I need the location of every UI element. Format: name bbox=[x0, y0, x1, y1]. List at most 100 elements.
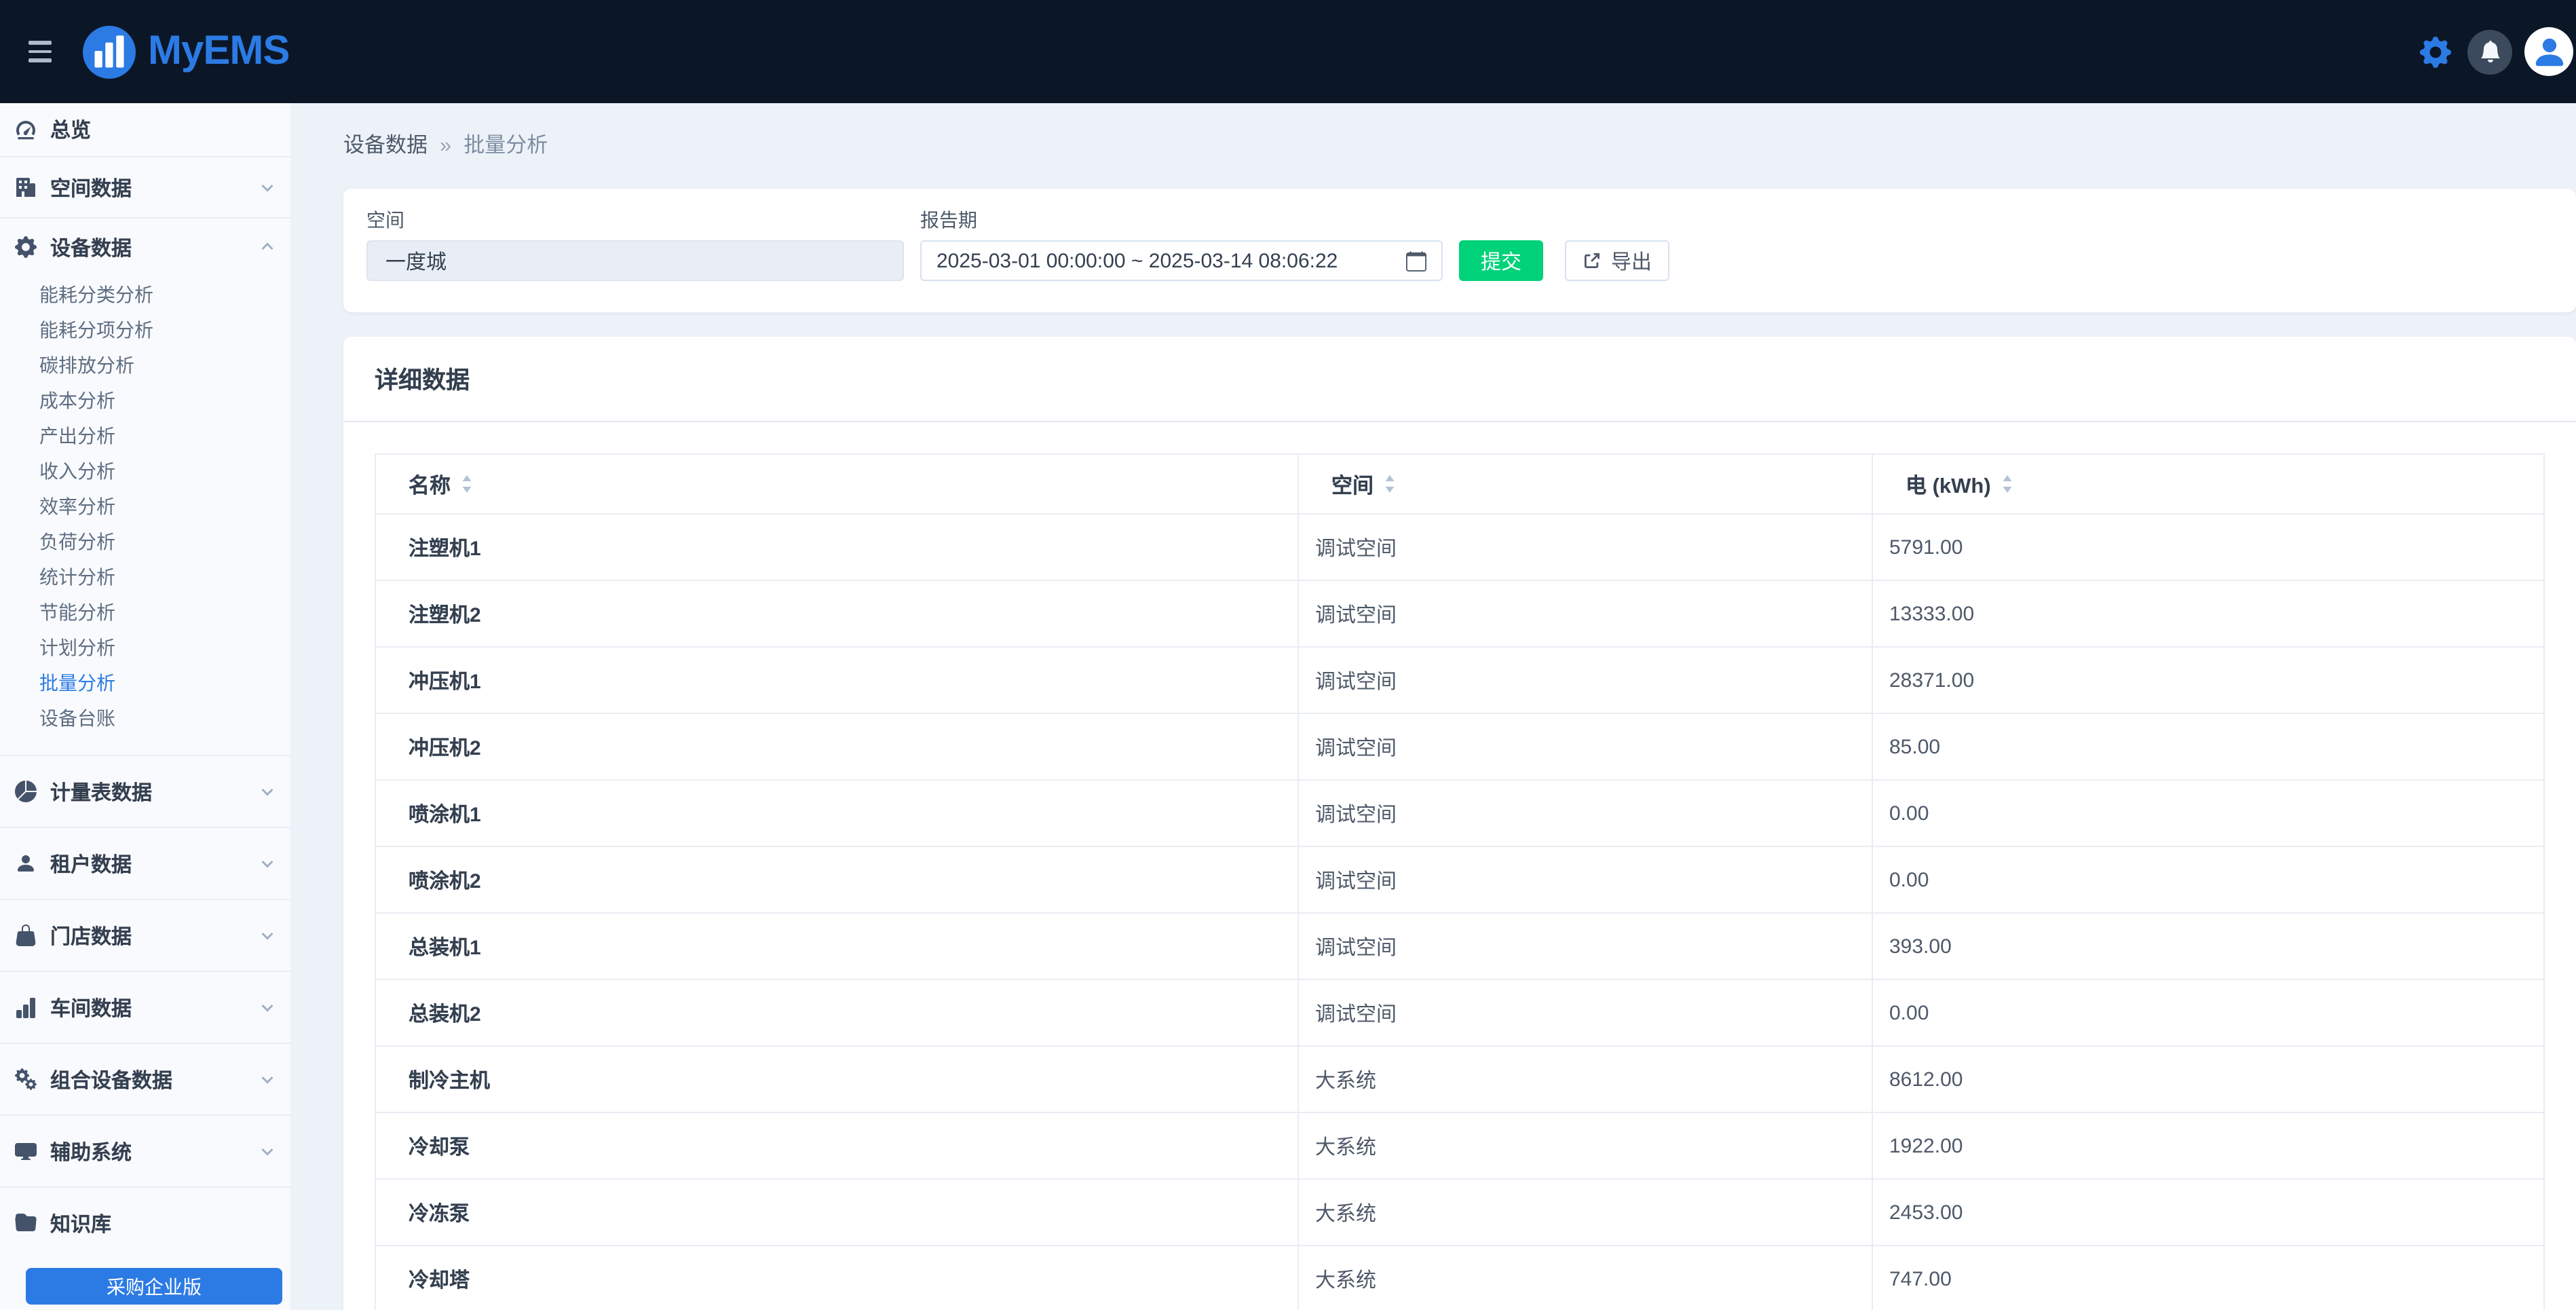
submenu-item-income[interactable]: 收入分析 bbox=[39, 453, 290, 489]
sidebar-item-auxiliary-system[interactable]: 辅助系统 bbox=[0, 1116, 290, 1186]
sidebar-item-space-data[interactable]: 空间数据 bbox=[0, 157, 290, 217]
sidebar-item-combined-equipment[interactable]: 组合设备数据 bbox=[0, 1044, 290, 1115]
cell-name: 总装机2 bbox=[375, 979, 1299, 1047]
cell-space: 调试空间 bbox=[1298, 779, 1873, 847]
table-row: 注塑机2 调试空间 13333.00 bbox=[375, 580, 2545, 648]
equipment-submenu: 能耗分类分析 能耗分项分析 碳排放分析 成本分析 产出分析 收入分析 效率分析 … bbox=[0, 276, 290, 755]
buy-enterprise-button[interactable]: 采购企业版 bbox=[26, 1268, 282, 1305]
sidebar-item-label: 知识库 bbox=[50, 1213, 112, 1236]
submenu-item-statistics[interactable]: 统计分析 bbox=[39, 559, 290, 595]
sort-carets-icon bbox=[1384, 475, 1395, 493]
cell-name: 冲压机2 bbox=[375, 713, 1299, 781]
sidebar-item-meter-data[interactable]: 计量表数据 bbox=[0, 756, 290, 827]
cell-value: 13333.00 bbox=[1872, 580, 2545, 648]
sidebar-group-shopfloor-data: 车间数据 bbox=[0, 971, 290, 1043]
period-range-input[interactable]: 2025-03-01 00:00:00 ~ 2025-03-14 08:06:2… bbox=[920, 240, 1443, 281]
cell-name: 冷冻泵 bbox=[375, 1178, 1299, 1246]
sidebar-item-label: 空间数据 bbox=[50, 177, 132, 200]
chevron-up-icon bbox=[259, 239, 276, 255]
cell-space: 大系统 bbox=[1298, 1112, 1873, 1180]
column-header-name[interactable]: 名称 bbox=[375, 453, 1299, 514]
table-row: 制冷主机 大系统 8612.00 bbox=[375, 1045, 2545, 1113]
cell-name: 喷涂机2 bbox=[375, 846, 1299, 914]
external-link-icon bbox=[1583, 251, 1602, 270]
submenu-item-load[interactable]: 负荷分析 bbox=[39, 524, 290, 559]
cell-space: 大系统 bbox=[1298, 1178, 1873, 1246]
chevron-down-icon bbox=[259, 179, 276, 195]
cell-value: 393.00 bbox=[1872, 912, 2545, 980]
table-row: 喷涂机1 调试空间 0.00 bbox=[375, 779, 2545, 847]
sidebar-item-store-data[interactable]: 门店数据 bbox=[0, 900, 290, 971]
cell-value: 0.00 bbox=[1872, 846, 2545, 914]
user-icon bbox=[15, 853, 37, 874]
gears-icon bbox=[15, 1068, 37, 1090]
sidebar-item-knowledge-base[interactable]: 知识库 bbox=[0, 1188, 290, 1258]
menu-toggle-button[interactable] bbox=[23, 36, 57, 68]
gear-icon bbox=[15, 236, 37, 258]
sidebar-item-overview[interactable]: 总览 bbox=[0, 103, 290, 156]
sidebar-group-store-data: 门店数据 bbox=[0, 899, 290, 971]
space-field: 空间 bbox=[366, 209, 904, 281]
sidebar-group-tenant-data: 租户数据 bbox=[0, 827, 290, 899]
gauge-icon bbox=[15, 119, 37, 141]
cell-space: 调试空间 bbox=[1298, 846, 1873, 914]
submenu-item-saving[interactable]: 节能分析 bbox=[39, 595, 290, 630]
detail-card: 详细数据 名称 空间 电 (kWh) 注塑机1 调试空间 5791.00 注塑机… bbox=[343, 337, 2576, 1310]
submenu-item-batch-analysis[interactable]: 批量分析 bbox=[39, 665, 290, 700]
submenu-item-energy-item[interactable]: 能耗分项分析 bbox=[39, 312, 290, 348]
export-button[interactable]: 导出 bbox=[1565, 240, 1670, 281]
topbar: MyEMS bbox=[0, 0, 2576, 103]
settings-gear-icon[interactable] bbox=[2414, 31, 2455, 72]
column-header-electricity[interactable]: 电 (kWh) bbox=[1872, 453, 2545, 514]
filter-card: 空间 报告期 2025-03-01 00:00:00 ~ 2025-03-14 … bbox=[343, 189, 2576, 312]
chevron-down-icon bbox=[259, 1071, 276, 1087]
sidebar-group-combined-equipment: 组合设备数据 bbox=[0, 1043, 290, 1115]
sidebar-item-label: 总览 bbox=[50, 119, 92, 143]
cell-name: 注塑机2 bbox=[375, 580, 1299, 648]
cell-name: 冷却泵 bbox=[375, 1112, 1299, 1180]
period-label: 报告期 bbox=[920, 209, 977, 231]
brand-link[interactable]: MyEMS bbox=[81, 24, 290, 79]
submenu-item-carbon[interactable]: 碳排放分析 bbox=[39, 348, 290, 383]
bar-chart-icon bbox=[15, 996, 37, 1018]
chevron-down-icon bbox=[259, 855, 276, 872]
submenu-item-energy-category[interactable]: 能耗分类分析 bbox=[39, 277, 290, 312]
column-label: 名称 bbox=[409, 474, 451, 498]
submit-button[interactable]: 提交 bbox=[1459, 240, 1544, 281]
table-row: 喷涂机2 调试空间 0.00 bbox=[375, 846, 2545, 914]
table-row: 冲压机1 调试空间 28371.00 bbox=[375, 646, 2545, 714]
period-value: 2025-03-01 00:00:00 ~ 2025-03-14 08:06:2… bbox=[936, 249, 1338, 272]
sidebar-item-label: 门店数据 bbox=[50, 925, 132, 948]
cell-name: 冲压机1 bbox=[375, 646, 1299, 714]
cell-space: 调试空间 bbox=[1298, 713, 1873, 781]
sort-carets-icon bbox=[461, 475, 472, 493]
submenu-item-plan[interactable]: 计划分析 bbox=[39, 630, 290, 665]
sidebar-item-equipment-data[interactable]: 设备数据 bbox=[0, 219, 290, 276]
submenu-item-efficiency[interactable]: 效率分析 bbox=[39, 489, 290, 524]
column-label: 电 (kWh) bbox=[1906, 474, 1991, 498]
submenu-item-cost[interactable]: 成本分析 bbox=[39, 383, 290, 418]
app: MyEMS 总览 空间数据 设备数据 能耗分类分析 能耗分项分析 碳排放分析 成… bbox=[0, 0, 2576, 1310]
submenu-item-output[interactable]: 产出分析 bbox=[39, 418, 290, 453]
chevron-down-icon bbox=[259, 783, 276, 800]
table-row: 注塑机1 调试空间 5791.00 bbox=[375, 513, 2545, 581]
sidebar: 总览 空间数据 设备数据 能耗分类分析 能耗分项分析 碳排放分析 成本分析 产出… bbox=[0, 103, 290, 1310]
cell-space: 大系统 bbox=[1298, 1245, 1873, 1310]
space-input[interactable] bbox=[366, 240, 904, 281]
brand-title: MyEMS bbox=[148, 29, 290, 73]
sidebar-item-shopfloor-data[interactable]: 车间数据 bbox=[0, 972, 290, 1043]
user-avatar[interactable] bbox=[2524, 27, 2573, 76]
submenu-item-equipment-tracking[interactable]: 设备台账 bbox=[39, 700, 290, 736]
notifications-bell-icon[interactable] bbox=[2467, 29, 2512, 74]
cell-value: 0.00 bbox=[1872, 779, 2545, 847]
cell-space: 大系统 bbox=[1298, 1045, 1873, 1113]
table-row: 冷冻泵 大系统 2453.00 bbox=[375, 1178, 2545, 1246]
breadcrumb-parent-link[interactable]: 设备数据 bbox=[343, 133, 428, 160]
building-icon bbox=[15, 176, 37, 198]
sort-carets-icon bbox=[2002, 475, 2013, 493]
chevron-down-icon bbox=[259, 999, 276, 1015]
column-header-space[interactable]: 空间 bbox=[1298, 453, 1873, 514]
sidebar-item-label: 设备数据 bbox=[50, 237, 132, 260]
cell-name: 冷却塔 bbox=[375, 1245, 1299, 1310]
sidebar-item-tenant-data[interactable]: 租户数据 bbox=[0, 828, 290, 899]
